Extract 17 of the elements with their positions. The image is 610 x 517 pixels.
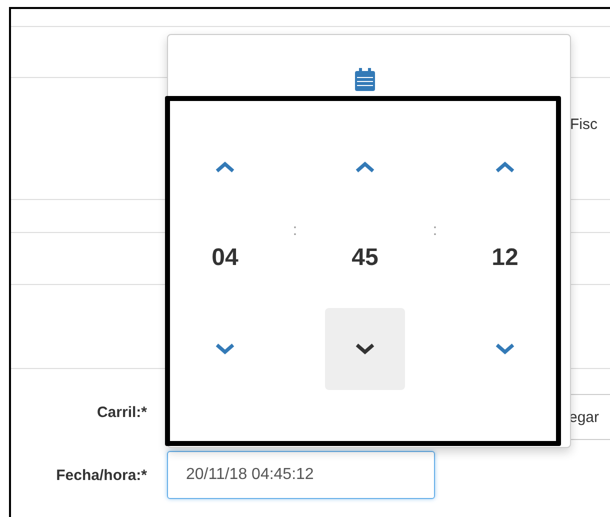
input-field[interactable]: 20/11/18 04:45:12 (167, 451, 435, 499)
time-separator: : (292, 222, 298, 241)
chevron-down-icon (495, 343, 515, 355)
field-label: Fisc (570, 116, 598, 134)
chevron-down-icon (355, 343, 375, 355)
time-value[interactable]: 12 (492, 208, 518, 308)
field-label: Carril:* (96, 404, 147, 420)
time-separator: : (432, 222, 438, 241)
calendar-icon[interactable] (354, 68, 376, 92)
chevron-down-icon (215, 343, 235, 355)
time-value[interactable]: 04 (212, 208, 238, 308)
chevron-up-icon (495, 161, 515, 173)
field-label: Fecha/hora:* (55, 466, 147, 484)
time-value[interactable]: 45 (352, 208, 378, 308)
chevron-up-icon (215, 161, 235, 173)
chevron-up-icon (355, 161, 375, 173)
decrement-button[interactable] (325, 308, 405, 390)
